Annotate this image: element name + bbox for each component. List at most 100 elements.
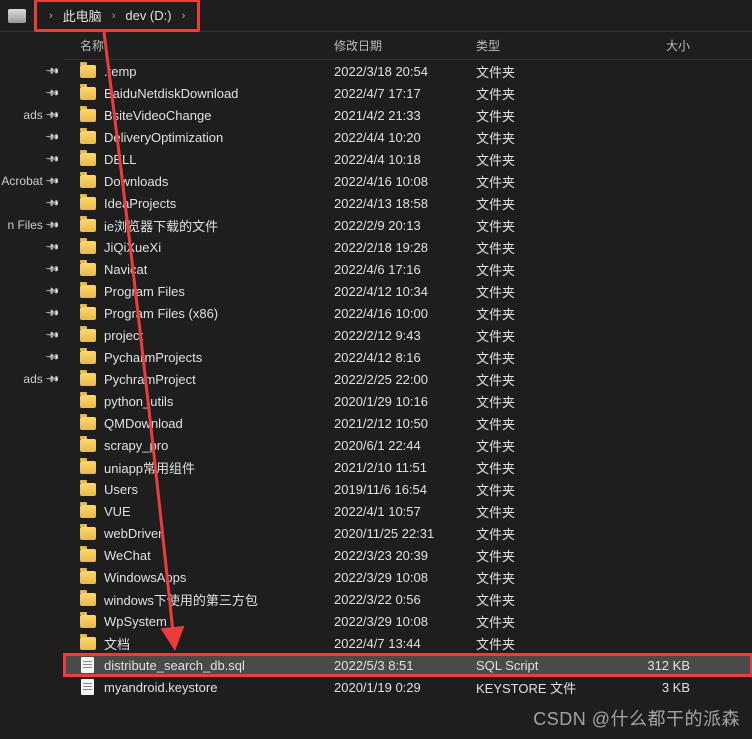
item-name: PycharmProjects <box>104 350 202 365</box>
quick-access-label: n Files <box>7 218 42 232</box>
item-date: 2022/2/18 19:28 <box>334 240 476 255</box>
item-size: 312 KB <box>604 658 714 673</box>
item-name: BsiteVideoChange <box>104 108 211 123</box>
col-header-name[interactable]: 名称 <box>64 37 334 54</box>
file-row[interactable]: myandroid.keystore2020/1/19 0:29KEYSTORE… <box>64 676 752 698</box>
item-date: 2022/2/12 9:43 <box>334 328 476 343</box>
quick-access-item[interactable]: 📌 <box>0 126 64 148</box>
breadcrumb[interactable]: › 此电脑 › dev (D:) › <box>0 0 752 32</box>
item-name: distribute_search_db.sql <box>104 658 245 673</box>
folder-row[interactable]: uniapp常用组件2021/2/10 11:51文件夹 <box>64 456 752 478</box>
quick-access-label: ads <box>23 108 42 122</box>
item-type: 文件夹 <box>476 172 604 191</box>
quick-access-item[interactable]: n Files📌 <box>0 214 64 236</box>
pin-icon: 📌 <box>45 107 61 123</box>
folder-row[interactable]: PychramProject2022/2/25 22:00文件夹 <box>64 368 752 390</box>
folder-row[interactable]: BsiteVideoChange2021/4/2 21:33文件夹 <box>64 104 752 126</box>
quick-access-item[interactable]: Acrobat📌 <box>0 170 64 192</box>
quick-access-label: ads <box>23 372 42 386</box>
item-date: 2022/3/29 10:08 <box>334 614 476 629</box>
folder-row[interactable]: Program Files (x86)2022/4/16 10:00文件夹 <box>64 302 752 324</box>
folder-row[interactable]: DeliveryOptimization2022/4/4 10:20文件夹 <box>64 126 752 148</box>
drive-icon <box>8 9 26 23</box>
item-date: 2020/11/25 22:31 <box>334 526 476 541</box>
breadcrumb-computer[interactable]: 此电脑 <box>59 4 106 27</box>
quick-access-item[interactable]: 📌 <box>0 302 64 324</box>
quick-access-item[interactable]: 📌 <box>0 258 64 280</box>
quick-access-item[interactable]: 📌 <box>0 82 64 104</box>
folder-row[interactable]: ie浏览器下载的文件2022/2/9 20:13文件夹 <box>64 214 752 236</box>
pin-icon: 📌 <box>45 371 61 387</box>
chevron-right-icon[interactable]: › <box>176 10 192 22</box>
item-date: 2022/4/4 10:18 <box>334 152 476 167</box>
col-header-date[interactable]: 修改日期 <box>334 37 476 54</box>
folder-row[interactable]: Navicat2022/4/6 17:16文件夹 <box>64 258 752 280</box>
item-date: 2021/4/2 21:33 <box>334 108 476 123</box>
folder-icon <box>80 483 96 496</box>
folder-row[interactable]: WeChat2022/3/23 20:39文件夹 <box>64 544 752 566</box>
quick-access-item[interactable]: 📌 <box>0 60 64 82</box>
folder-row[interactable]: WindowsApps2022/3/29 10:08文件夹 <box>64 566 752 588</box>
folder-row[interactable]: project2022/2/12 9:43文件夹 <box>64 324 752 346</box>
folder-row[interactable]: scrapy_pro2020/6/1 22:44文件夹 <box>64 434 752 456</box>
item-size: 3 KB <box>604 680 714 695</box>
item-date: 2022/4/4 10:20 <box>334 130 476 145</box>
folder-icon <box>80 329 96 342</box>
item-date: 2022/4/12 8:16 <box>334 350 476 365</box>
folder-icon <box>80 263 96 276</box>
col-header-type[interactable]: 类型 <box>476 37 604 54</box>
quick-access-item[interactable]: 📌 <box>0 346 64 368</box>
folder-row[interactable]: Downloads2022/4/16 10:08文件夹 <box>64 170 752 192</box>
folder-row[interactable]: JiQiXueXi2022/2/18 19:28文件夹 <box>64 236 752 258</box>
item-name: ie浏览器下载的文件 <box>104 216 218 235</box>
folder-row[interactable]: .temp2022/3/18 20:54文件夹 <box>64 60 752 82</box>
pin-icon: 📌 <box>45 195 61 211</box>
item-type: SQL Script <box>476 658 604 673</box>
item-date: 2022/4/13 18:58 <box>334 196 476 211</box>
item-name: WpSystem <box>104 614 167 629</box>
quick-access-item[interactable]: 📌 <box>0 280 64 302</box>
folder-row[interactable]: WpSystem 2022/3/29 10:08文件夹 <box>64 610 752 632</box>
folder-row[interactable]: DELL2022/4/4 10:18文件夹 <box>64 148 752 170</box>
item-type: 文件夹 <box>476 590 604 609</box>
col-header-size[interactable]: 大小 <box>604 37 714 54</box>
quick-access-item[interactable]: ads📌 <box>0 368 64 390</box>
folder-row[interactable]: windows下使用的第三方包2022/3/22 0:56文件夹 <box>64 588 752 610</box>
quick-access-item[interactable]: 📌 <box>0 236 64 258</box>
folder-row[interactable]: QMDownload2021/2/12 10:50文件夹 <box>64 412 752 434</box>
folder-row[interactable]: Users2019/11/6 16:54文件夹 <box>64 478 752 500</box>
folder-row[interactable]: Program Files2022/4/12 10:34文件夹 <box>64 280 752 302</box>
chevron-right-icon[interactable]: › <box>43 10 59 22</box>
quick-access-item[interactable]: 📌 <box>0 324 64 346</box>
quick-access-item[interactable]: ads📌 <box>0 104 64 126</box>
item-type: 文件夹 <box>476 260 604 279</box>
item-date: 2022/3/29 10:08 <box>334 570 476 585</box>
item-type: 文件夹 <box>476 194 604 213</box>
item-date: 2021/2/12 10:50 <box>334 416 476 431</box>
folder-row[interactable]: 文档2022/4/7 13:44文件夹 <box>64 632 752 654</box>
item-type: 文件夹 <box>476 612 604 631</box>
breadcrumb-drive[interactable]: dev (D:) <box>121 6 175 25</box>
item-date: 2019/11/6 16:54 <box>334 482 476 497</box>
quick-access-item[interactable]: 📌 <box>0 192 64 214</box>
item-type: 文件夹 <box>476 392 604 411</box>
breadcrumb-highlight: › 此电脑 › dev (D:) › <box>34 0 200 32</box>
chevron-right-icon[interactable]: › <box>106 10 122 22</box>
item-date: 2022/5/3 8:51 <box>334 658 476 673</box>
pin-icon: 📌 <box>45 129 61 145</box>
folder-row[interactable]: PycharmProjects2022/4/12 8:16文件夹 <box>64 346 752 368</box>
quick-access-item[interactable]: 📌 <box>0 148 64 170</box>
pin-icon: 📌 <box>45 151 61 167</box>
item-name: PychramProject <box>104 372 196 387</box>
folder-row[interactable]: BaiduNetdiskDownload2022/4/7 17:17文件夹 <box>64 82 752 104</box>
file-icon <box>81 679 94 695</box>
folder-row[interactable]: IdeaProjects2022/4/13 18:58文件夹 <box>64 192 752 214</box>
item-name: DeliveryOptimization <box>104 130 223 145</box>
folder-icon <box>80 175 96 188</box>
item-type: 文件夹 <box>476 84 604 103</box>
folder-row[interactable]: webDriver2020/11/25 22:31文件夹 <box>64 522 752 544</box>
folder-row[interactable]: VUE2022/4/1 10:57文件夹 <box>64 500 752 522</box>
file-row[interactable]: distribute_search_db.sql 2022/5/3 8:51SQL… <box>64 654 752 676</box>
folder-row[interactable]: python_utils2020/1/29 10:16文件夹 <box>64 390 752 412</box>
item-name: webDriver <box>104 526 163 541</box>
